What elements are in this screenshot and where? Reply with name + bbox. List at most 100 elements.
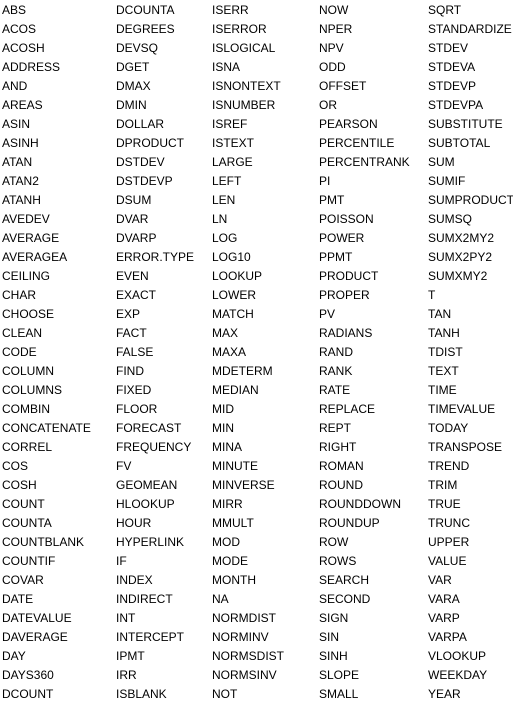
function-name: FALSE [116, 345, 154, 359]
function-name: IF [116, 554, 127, 568]
function-name: SUMIF [428, 174, 466, 188]
function-name: TRIM [428, 478, 458, 492]
function-name: POWER [319, 231, 365, 245]
function-name: COUNTIF [2, 554, 56, 568]
function-name: ISLOGICAL [212, 41, 276, 55]
function-column: ABS ACOS ACOSH ADDRESS AND AREAS ASIN ASINH ATAN… [2, 1, 91, 704]
function-name: ISNA [212, 60, 241, 74]
function-name: MMULT [212, 516, 254, 530]
function-name: SUMXMY2 [428, 269, 488, 283]
function-name: POISSON [319, 212, 374, 226]
function-name: PEARSON [319, 117, 378, 131]
function-name: ERROR.TYPE [116, 250, 195, 264]
function-name: STDEV [428, 41, 469, 55]
function-name: SUMPRODUCT [428, 193, 513, 207]
function-name: COS [2, 459, 29, 473]
function-name: ABS [2, 3, 27, 17]
function-name: SUMX2PY2 [428, 250, 493, 264]
function-name: IPMT [116, 649, 145, 663]
function-name: STANDARDIZE [428, 22, 512, 36]
function-name: CHOOSE [2, 307, 55, 321]
function-name: MOD [212, 535, 240, 549]
function-name: INT [116, 611, 136, 625]
function-name: MINA [212, 440, 242, 454]
function-name: OFFSET [319, 79, 367, 93]
function-name: MINVERSE [212, 478, 275, 492]
function-name: ISERR [212, 3, 249, 17]
function-name: RAND [319, 345, 354, 359]
function-name: DCOUNTA [116, 3, 175, 17]
function-name: MIN [212, 421, 234, 435]
function-name: ISNONTEXT [212, 79, 281, 93]
function-name: MATCH [212, 307, 254, 321]
function-name: ADDRESS [2, 60, 61, 74]
function-name: NOT [212, 687, 238, 701]
function-name: ROUND [319, 478, 363, 492]
function-name: IRR [116, 668, 137, 682]
function-name: T [428, 288, 436, 302]
function-name: NORMINV [212, 630, 269, 644]
function-name: VARA [428, 592, 460, 606]
function-name: DSTDEV [116, 155, 165, 169]
function-name: FREQUENCY [116, 440, 192, 454]
function-name: NPV [319, 41, 344, 55]
function-name: ROW [319, 535, 349, 549]
function-name: SMALL [319, 687, 359, 701]
function-name: DAY [2, 649, 26, 663]
function-name: SIGN [319, 611, 349, 625]
function-name: RIGHT [319, 440, 357, 454]
function-name: TEXT [428, 364, 459, 378]
function-name: FIND [116, 364, 144, 378]
function-name: VARPA [428, 630, 467, 644]
function-name: CHAR [2, 288, 37, 302]
function-name: LEN [212, 193, 236, 207]
function-name: COUNTBLANK [2, 535, 85, 549]
function-name: LN [212, 212, 228, 226]
function-name: ISBLANK [116, 687, 167, 701]
function-name: ATAN2 [2, 174, 39, 188]
function-name: RATE [319, 383, 351, 397]
function-name: COMBIN [2, 402, 50, 416]
function-name: CODE [2, 345, 37, 359]
function-name: EVEN [116, 269, 149, 283]
function-name: MEDIAN [212, 383, 259, 397]
function-name: OR [319, 98, 337, 112]
function-name: CEILING [2, 269, 51, 283]
function-name: SLOPE [319, 668, 360, 682]
function-name: PPMT [319, 250, 353, 264]
function-name: MAXA [212, 345, 247, 359]
function-name: TRUE [428, 497, 461, 511]
function-name: LOWER [212, 288, 257, 302]
function-name: ROMAN [319, 459, 364, 473]
function-name: AVEDEV [2, 212, 50, 226]
function-name: ROUNDUP [319, 516, 380, 530]
function-name: NPER [319, 22, 353, 36]
function-name: TRUNC [428, 516, 470, 530]
function-name: COLUMN [2, 364, 55, 378]
function-name: TAN [428, 307, 452, 321]
function-name: TIMEVALUE [428, 402, 496, 416]
function-name: STDEVA [428, 60, 476, 74]
function-name: ASIN [2, 117, 31, 131]
function-name: DMAX [116, 79, 151, 93]
function-column: ISERR ISERROR ISLOGICAL ISNA ISNONTEXT ISNUMB… [212, 1, 284, 704]
function-name: DEGREES [116, 22, 175, 36]
function-name: NORMSINV [212, 668, 277, 682]
function-name: AVERAGE [2, 231, 60, 245]
function-name: REPLACE [319, 402, 376, 416]
function-name: SUBTOTAL [428, 136, 491, 150]
function-name: SIN [319, 630, 340, 644]
function-name: CONCATENATE [2, 421, 91, 435]
function-name: COLUMNS [2, 383, 63, 397]
function-name: COUNT [2, 497, 45, 511]
function-name: LEFT [212, 174, 242, 188]
function-name: WEEKDAY [428, 668, 488, 682]
function-name: ISREF [212, 117, 248, 131]
function-name: SUMX2MY2 [428, 231, 495, 245]
function-name: HOUR [116, 516, 152, 530]
function-name: RADIANS [319, 326, 373, 340]
function-name: ISTEXT [212, 136, 255, 150]
function-name: INDIRECT [116, 592, 173, 606]
function-name: ROUNDDOWN [319, 497, 401, 511]
function-name: PI [319, 174, 331, 188]
